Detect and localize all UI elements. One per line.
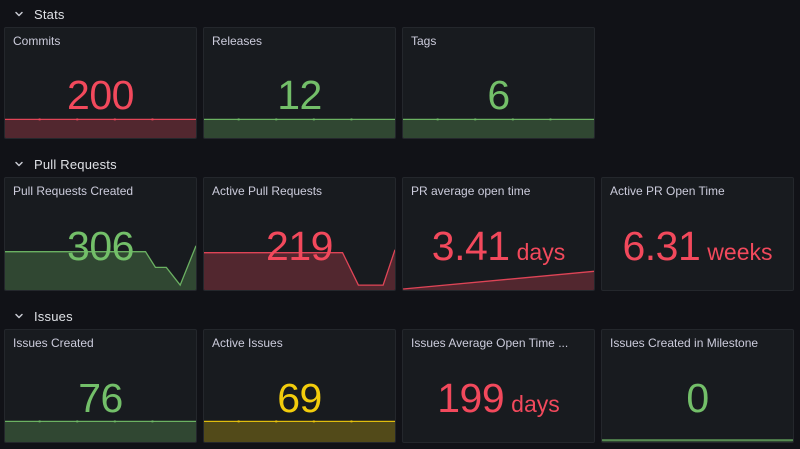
row-panels: Commits 200 Releases 12 Tags 6 (4, 27, 800, 139)
stat-value-line: 199 days (437, 378, 560, 419)
panel-title[interactable]: Releases (204, 28, 395, 48)
stat-value-line: 69 (277, 378, 322, 419)
stat-unit: days (511, 393, 560, 416)
panel-issues-created: Issues Created 76 (4, 329, 197, 443)
stat-value-line: 6.31 weeks (622, 226, 772, 267)
stat-value: 12 (204, 52, 395, 138)
panel-pull-requests-created: Pull Requests Created 306 (4, 177, 197, 291)
stat-value: 69 (204, 354, 395, 442)
chevron-down-icon (13, 8, 25, 20)
stat-number: 219 (266, 226, 333, 267)
panel-title[interactable]: Issues Created in Milestone (602, 330, 793, 350)
stat-value: 199 days (403, 354, 594, 442)
panel-commits: Commits 200 (4, 27, 197, 139)
stat-number: 200 (67, 75, 134, 116)
stat-number: 12 (277, 75, 322, 116)
stat-value-line: 200 (67, 75, 134, 116)
row-panels: Issues Created 76 Active Issues 69 Issues Av… (4, 329, 800, 443)
grafana-dashboard: Stats Commits 200 Releases 12 Tags 6 Pull Reque… (0, 0, 800, 443)
row-header-stats[interactable]: Stats (4, 1, 800, 27)
stat-number: 6.31 (622, 226, 700, 267)
stat-unit: days (517, 241, 566, 264)
panel-title[interactable]: Tags (403, 28, 594, 48)
row-title: Pull Requests (34, 157, 117, 172)
stat-number: 199 (437, 378, 504, 419)
stat-value: 6.31 weeks (602, 202, 793, 290)
dashboard-row-stats: Stats Commits 200 Releases 12 Tags 6 (4, 1, 800, 139)
stat-value: 76 (5, 354, 196, 442)
panel-title[interactable]: Issues Average Open Time ... (403, 330, 594, 350)
stat-number: 76 (78, 378, 123, 419)
chevron-down-icon (13, 310, 25, 322)
panel-issues-average-open-time: Issues Average Open Time ... 199 days (402, 329, 595, 443)
panel-title[interactable]: Active Pull Requests (204, 178, 395, 198)
stat-number: 6 (487, 75, 509, 116)
stat-value: 6 (403, 52, 594, 138)
panel-title[interactable]: Pull Requests Created (5, 178, 196, 198)
chevron-down-icon (13, 158, 25, 170)
stat-value: 306 (5, 202, 196, 290)
panel-active-pr-open-time: Active PR Open Time 6.31 weeks (601, 177, 794, 291)
stat-unit: weeks (707, 241, 772, 264)
panel-title[interactable]: Active PR Open Time (602, 178, 793, 198)
dashboard-row-issues: IssuesIssues Created76Active Issues69Iss… (4, 303, 800, 443)
panel-title[interactable]: Commits (5, 28, 196, 48)
stat-value-line: 306 (67, 226, 134, 267)
stat-value-line: 12 (277, 75, 322, 116)
stat-value-line: 6 (487, 75, 509, 116)
panel-title[interactable]: Active Issues (204, 330, 395, 350)
stat-value-line: 3.41 days (432, 226, 565, 267)
stat-value-line: 219 (266, 226, 333, 267)
stat-value: 219 (204, 202, 395, 290)
panel-active-pull-requests: Active Pull Requests 219 (203, 177, 396, 291)
stat-number: 0 (686, 378, 708, 419)
panel-tags: Tags 6 (402, 27, 595, 139)
row-header-issues[interactable]: Issues (4, 303, 800, 329)
row-header-pull-requests[interactable]: Pull Requests (4, 151, 800, 177)
row-title: Issues (34, 309, 73, 324)
row-title: Stats (34, 7, 65, 22)
panel-releases: Releases 12 (203, 27, 396, 139)
stat-value-line: 76 (78, 378, 123, 419)
stat-number: 306 (67, 226, 134, 267)
stat-number: 69 (277, 378, 322, 419)
dashboard-row-pull-requests: Pull Requests Pull Requests Created 306 Act… (4, 151, 800, 291)
panel-title[interactable]: PR average open time (403, 178, 594, 198)
row-panels: Pull Requests Created 306 Active Pull Requ… (4, 177, 800, 291)
stat-value: 0 (602, 354, 793, 442)
stat-value: 3.41 days (403, 202, 594, 290)
panel-pr-average-open-time: PR average open time 3.41 days (402, 177, 595, 291)
panel-active-issues: Active Issues 69 (203, 329, 396, 443)
stat-number: 3.41 (432, 226, 510, 267)
stat-value-line: 0 (686, 378, 708, 419)
stat-value: 200 (5, 52, 196, 138)
panel-issues-created-in-milestone: Issues Created in Milestone 0 (601, 329, 794, 443)
panel-title[interactable]: Issues Created (5, 330, 196, 350)
